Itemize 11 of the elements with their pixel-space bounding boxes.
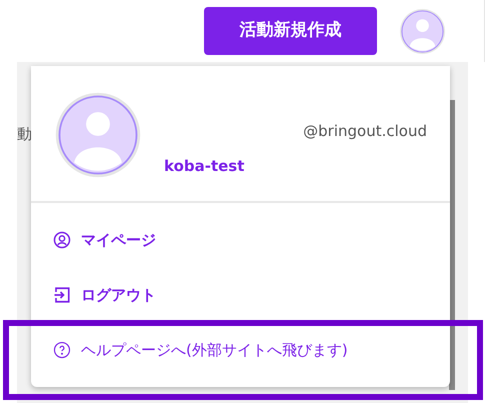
menu-item[interactable]: マイページ xyxy=(31,220,450,260)
menu-item[interactable]: ログアウト xyxy=(31,275,450,315)
enter-icon xyxy=(53,286,71,304)
question-icon xyxy=(53,341,71,359)
email-text: @bringout.cloud xyxy=(303,121,427,142)
username-text: koba-test xyxy=(164,156,246,176)
page-text: 動 xyxy=(17,124,32,145)
avatar-button[interactable] xyxy=(399,8,446,54)
menu-item[interactable]: ヘルプページへ(外部サイトへ飛びます) xyxy=(31,330,450,370)
user-circle-icon xyxy=(53,231,71,249)
create-activity-button[interactable]: 活動新規作成 xyxy=(204,7,377,55)
